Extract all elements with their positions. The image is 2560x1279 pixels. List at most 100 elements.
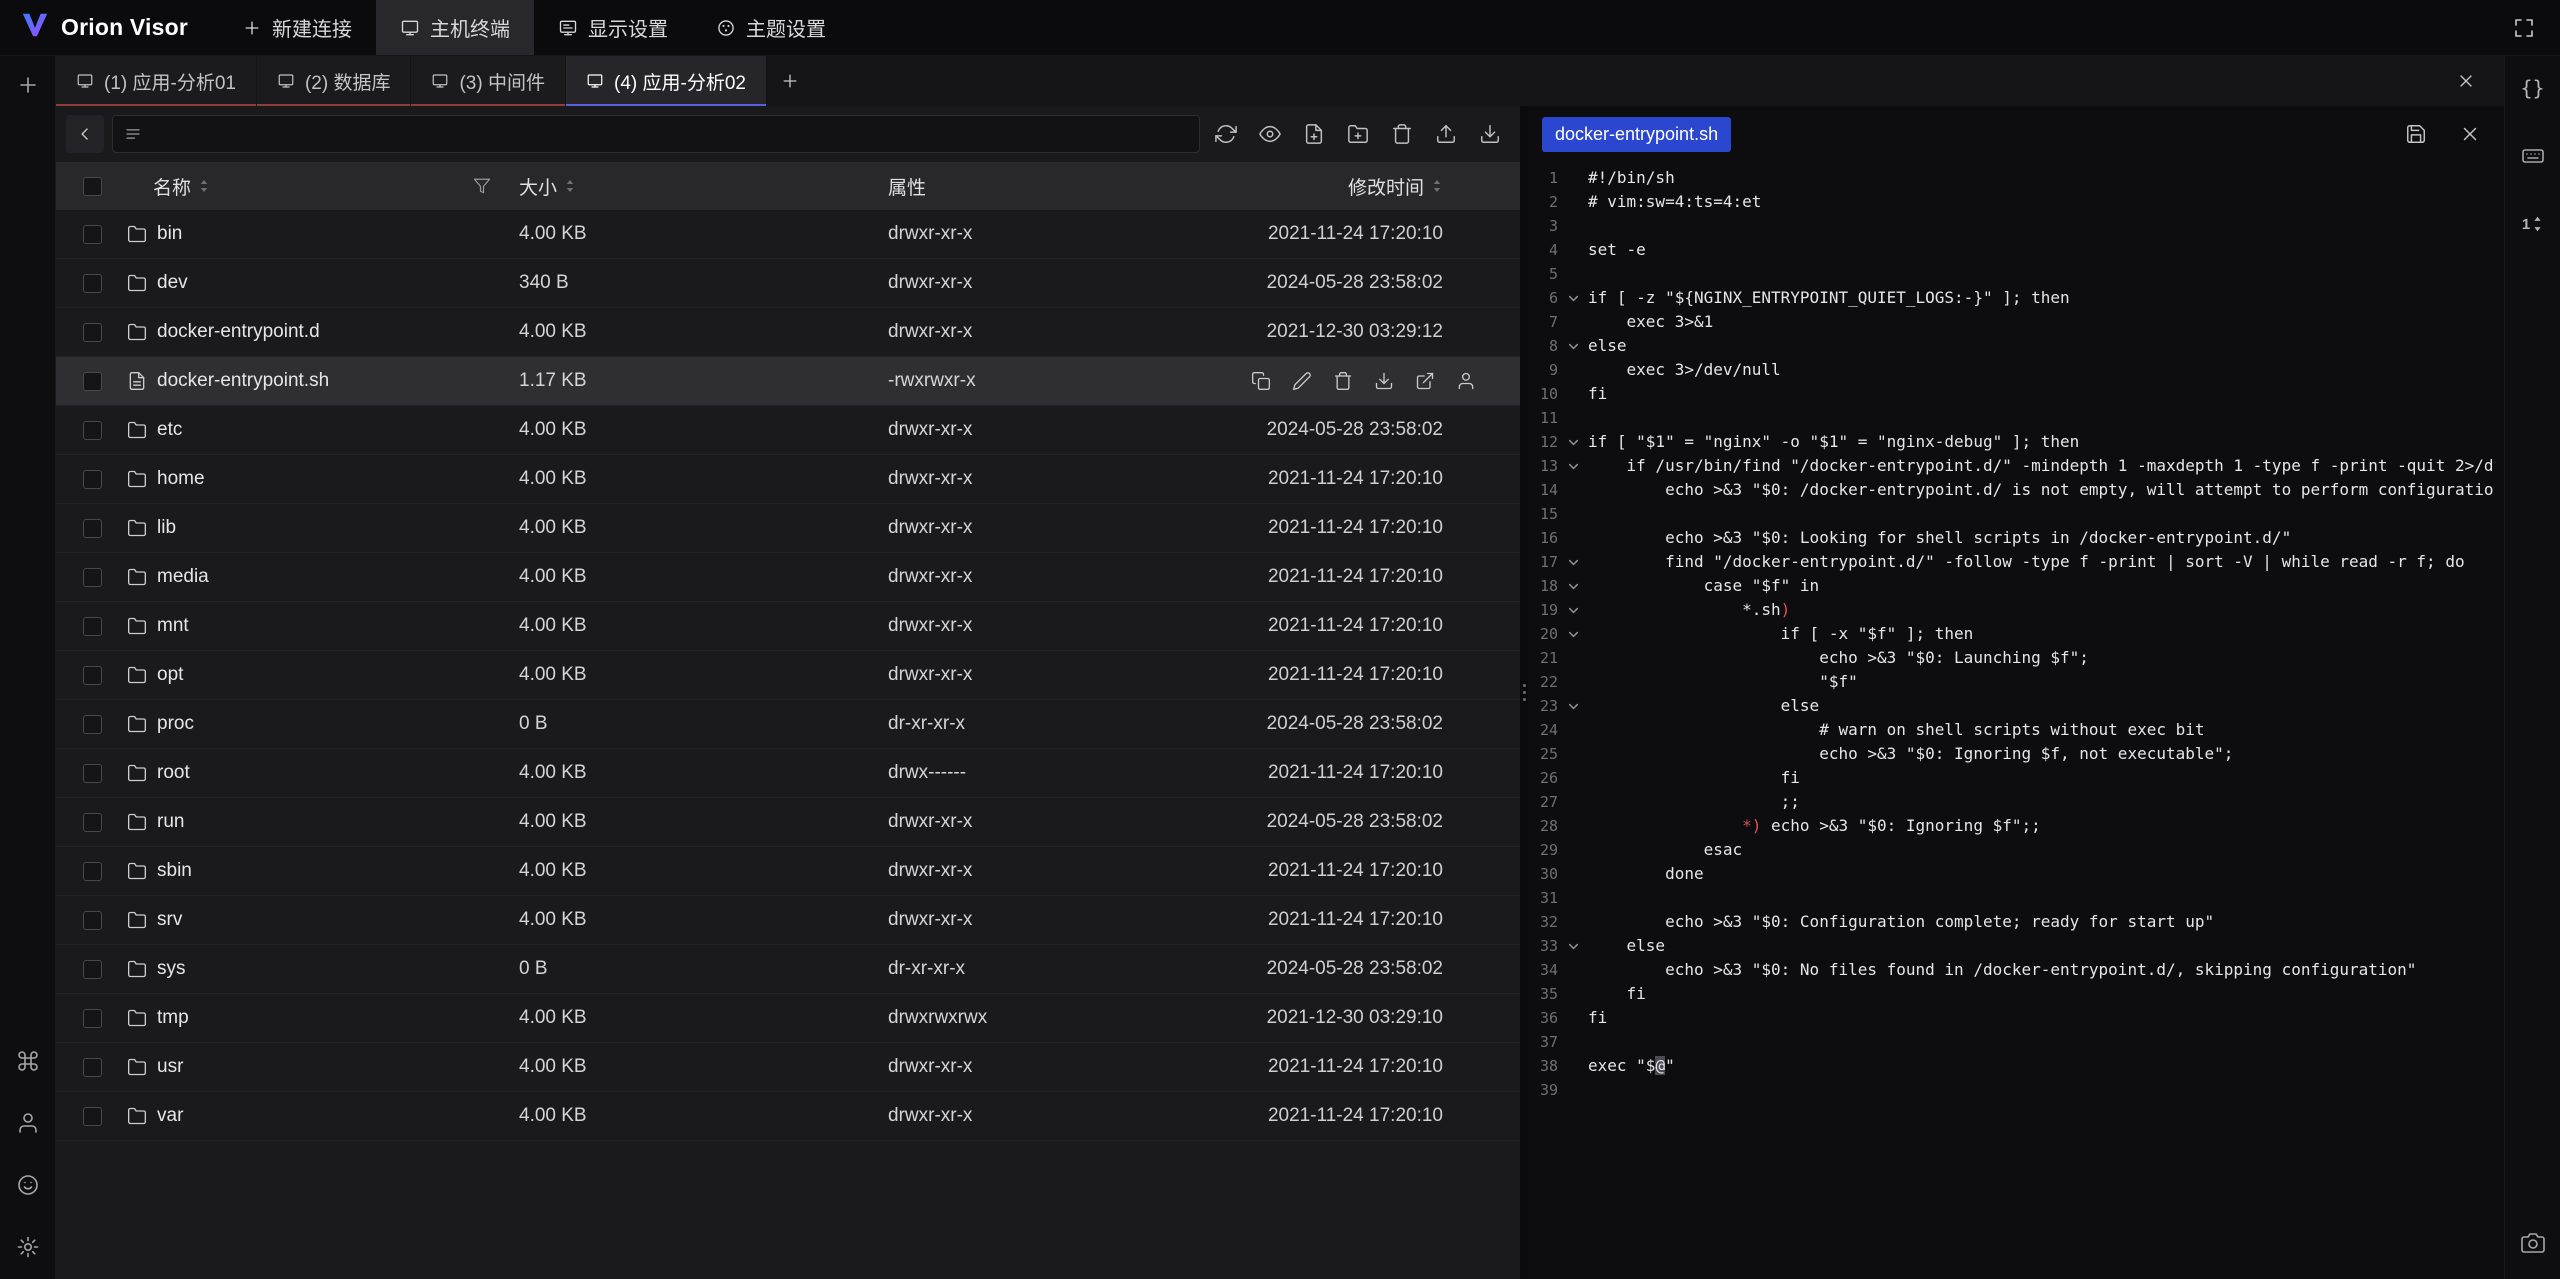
table-row[interactable]: home 4.00 KB drwxr-xr-x 2021-11-24 17:20… [56,455,1520,504]
terminal-tab[interactable]: (3) 中间件 [411,56,565,106]
row-checkbox[interactable] [83,617,102,636]
table-row[interactable]: etc 4.00 KB drwxr-xr-x 2024-05-28 23:58:… [56,406,1520,455]
close-icon[interactable] [2454,118,2486,150]
fold-icon[interactable] [1558,598,1588,622]
filter-icon[interactable] [473,177,491,195]
row-checkbox[interactable] [83,1107,102,1126]
path-input[interactable] [151,124,1188,145]
folder-icon [127,861,147,881]
row-checkbox[interactable] [83,372,102,391]
command-icon[interactable] [12,1045,44,1077]
copy-icon[interactable] [1249,369,1273,393]
close-all-icon[interactable] [2450,65,2482,97]
permission-icon[interactable] [1454,369,1478,393]
table-row[interactable]: sys 0 B dr-xr-xr-x 2024-05-28 23:58:02 [56,945,1520,994]
fold-icon[interactable] [1558,334,1588,358]
fold-icon[interactable] [1558,430,1588,454]
row-checkbox[interactable] [83,421,102,440]
panel-splitter[interactable] [1520,106,1528,1279]
sort-icon[interactable] [564,178,576,194]
fold-icon[interactable] [1558,454,1588,478]
move-icon[interactable] [1413,369,1437,393]
back-icon[interactable] [66,115,104,153]
refresh-icon[interactable] [1208,116,1244,152]
editor-file-tab[interactable]: docker-entrypoint.sh [1542,117,1731,152]
brand[interactable]: Orion Visor [0,0,218,55]
row-checkbox[interactable] [83,813,102,832]
file-mtime: 2021-11-24 17:20:10 [1268,664,1443,686]
sort-icon[interactable] [198,178,210,194]
row-checkbox[interactable] [83,1058,102,1077]
show-hidden-icon[interactable] [1252,116,1288,152]
row-checkbox[interactable] [83,470,102,489]
profile-icon[interactable] [12,1107,44,1139]
row-checkbox[interactable] [83,764,102,783]
select-all-checkbox[interactable] [83,177,102,196]
new-tab-icon[interactable] [12,69,44,101]
terminal-tab[interactable]: (4) 应用-分析02 [566,56,766,106]
table-row[interactable]: tmp 4.00 KB drwxrwxrwx 2021-12-30 03:29:… [56,994,1520,1043]
menu-item-theme-settings[interactable]: 主题设置 [692,0,850,55]
row-checkbox[interactable] [83,666,102,685]
table-row[interactable]: media 4.00 KB drwxr-xr-x 2021-11-24 17:2… [56,553,1520,602]
table-row[interactable]: var 4.00 KB drwxr-xr-x 2021-11-24 17:20:… [56,1092,1520,1141]
table-row[interactable]: docker-entrypoint.sh 1.17 KB -rwxrwxr-x [56,357,1520,406]
row-checkbox[interactable] [83,960,102,979]
table-row[interactable]: usr 4.00 KB drwxr-xr-x 2021-11-24 17:20:… [56,1043,1520,1092]
row-checkbox[interactable] [83,225,102,244]
table-row[interactable]: sbin 4.00 KB drwxr-xr-x 2021-11-24 17:20… [56,847,1520,896]
add-tab-icon[interactable] [767,56,813,106]
braces-icon[interactable]: {} [2517,72,2549,104]
code-text: fi [1588,382,2504,406]
fold-icon[interactable] [1558,622,1588,646]
menu-item-host-terminal[interactable]: 主机终端 [376,0,534,55]
row-checkbox[interactable] [83,519,102,538]
row-checkbox[interactable] [83,862,102,881]
download-icon[interactable] [1372,369,1396,393]
save-icon[interactable] [2400,118,2432,150]
edit-icon[interactable] [1290,369,1314,393]
table-row[interactable]: lib 4.00 KB drwxr-xr-x 2021-11-24 17:20:… [56,504,1520,553]
new-folder-icon[interactable] [1340,116,1376,152]
fold-icon[interactable] [1558,694,1588,718]
new-file-icon[interactable] [1296,116,1332,152]
editor-code[interactable]: 1 #!/bin/sh 2 # vim:sw=4:ts=4:et 3 4 set… [1528,162,2504,1279]
menu-item-display-settings[interactable]: 显示设置 [534,0,692,55]
table-row[interactable]: opt 4.00 KB drwxr-xr-x 2021-11-24 17:20:… [56,651,1520,700]
code-line: 31 [1528,886,2504,910]
row-checkbox[interactable] [83,911,102,930]
terminal-tab[interactable]: (2) 数据库 [257,56,411,106]
delete-icon[interactable] [1384,116,1420,152]
terminal-tab[interactable]: (1) 应用-分析01 [56,56,256,106]
keyboard-icon[interactable] [2517,140,2549,172]
fullscreen-icon[interactable] [2508,12,2540,44]
upload-icon[interactable] [1428,116,1464,152]
table-row[interactable]: dev 340 B drwxr-xr-x 2024-05-28 23:58:02 [56,259,1520,308]
table-row[interactable]: proc 0 B dr-xr-xr-x 2024-05-28 23:58:02 [56,700,1520,749]
settings-icon[interactable] [12,1231,44,1263]
row-checkbox[interactable] [83,1009,102,1028]
line-number-icon[interactable]: 1 [2517,208,2549,240]
fold-icon[interactable] [1558,934,1588,958]
fold-icon[interactable] [1558,574,1588,598]
row-checkbox[interactable] [83,323,102,342]
fold-icon[interactable] [1558,286,1588,310]
table-row[interactable]: docker-entrypoint.d 4.00 KB drwxr-xr-x 2… [56,308,1520,357]
row-checkbox[interactable] [83,568,102,587]
delete-icon[interactable] [1331,369,1355,393]
download-icon[interactable] [1472,116,1508,152]
table-row[interactable]: srv 4.00 KB drwxr-xr-x 2021-11-24 17:20:… [56,896,1520,945]
camera-icon[interactable] [2517,1227,2549,1259]
table-row[interactable]: root 4.00 KB drwx------ 2021-11-24 17:20… [56,749,1520,798]
support-icon[interactable] [12,1169,44,1201]
row-checkbox[interactable] [83,715,102,734]
fold-icon[interactable] [1558,550,1588,574]
sort-icon[interactable] [1431,178,1443,194]
menu-item-new-connection[interactable]: 新建连接 [218,0,376,55]
code-text: if /usr/bin/find "/docker-entrypoint.d/"… [1588,454,2504,478]
table-row[interactable]: mnt 4.00 KB drwxr-xr-x 2021-11-24 17:20:… [56,602,1520,651]
terminal-icon [76,72,94,90]
row-checkbox[interactable] [83,274,102,293]
table-row[interactable]: bin 4.00 KB drwxr-xr-x 2021-11-24 17:20:… [56,210,1520,259]
table-row[interactable]: run 4.00 KB drwxr-xr-x 2024-05-28 23:58:… [56,798,1520,847]
